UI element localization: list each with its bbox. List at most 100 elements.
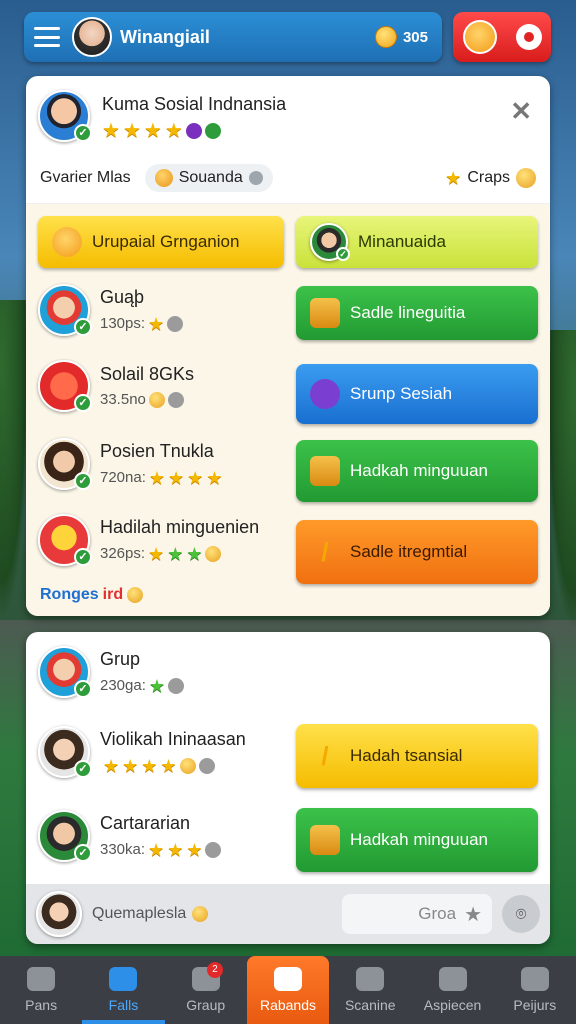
- list-item[interactable]: ✓ Cartararian 330ka: ★ ★ ★: [38, 810, 222, 862]
- souanda-pill[interactable]: Souanda: [144, 164, 273, 192]
- group-name: Kuma Sosial Indnansia: [102, 94, 287, 114]
- list-item[interactable]: ✓ Solail 8GKs 33.5no: [38, 360, 194, 412]
- rating-stars: ★ ★ ★ ★: [102, 121, 286, 141]
- badge-icon: [204, 123, 221, 139]
- palm-tree-right: [546, 330, 576, 630]
- close-icon: [109, 967, 138, 991]
- coin-icon: [516, 168, 536, 188]
- coin-icon: [205, 545, 222, 562]
- friend-avatar: ✓: [310, 223, 350, 261]
- craps-label: Craps: [467, 169, 510, 186]
- gear-icon[interactable]: [515, 24, 542, 50]
- nav-rabands[interactable]: Rabands: [246, 956, 330, 1024]
- nav-label: Falls: [108, 997, 139, 1013]
- info-icon: [205, 841, 222, 858]
- nav-label: Rabands: [259, 997, 316, 1013]
- hadkah-minguuan-button-2[interactable]: Hadkah minguuan: [296, 808, 538, 872]
- emoji-face-icon: [462, 20, 497, 54]
- craps-link[interactable]: ★ Craps: [445, 168, 536, 188]
- item-meta: 230ga:: [100, 677, 146, 694]
- item-name: Solail 8GKs: [100, 364, 195, 384]
- verified-icon: ✓: [74, 124, 92, 142]
- filter-label: Gvarier Mlas: [40, 169, 131, 186]
- my-avatar[interactable]: [36, 891, 82, 937]
- card-header: ✓ Kuma Sosial Indnansia ★ ★ ★ ★ ✕ Gvarie…: [26, 76, 550, 204]
- avatar: ✓: [38, 514, 92, 566]
- group-avatar[interactable]: ✓: [38, 90, 92, 142]
- button-label: Srunp Sesiah: [350, 384, 453, 403]
- location-pin-icon[interactable]: ⌾: [502, 895, 540, 933]
- urupaial-button[interactable]: Urupaial Grnganion: [38, 216, 284, 268]
- minanuaida-button[interactable]: ✓ Minanuaida: [296, 216, 538, 268]
- sadle-lineguitia-button[interactable]: Sadle lineguitia: [296, 286, 538, 340]
- gift-icon: [127, 587, 144, 603]
- srunp-sesiah-button[interactable]: Srunp Sesiah: [296, 364, 538, 424]
- hadah-tsansial-button[interactable]: / Hadah tsansial: [296, 724, 538, 788]
- chat-icon: [310, 379, 340, 409]
- groa-label: Groa: [418, 904, 457, 923]
- button-label: Sadle lineguitia: [350, 303, 466, 322]
- filter-row: Gvarier Mlas Souanda ★ Craps: [40, 164, 536, 192]
- nav-graup[interactable]: 2 Graup: [165, 956, 247, 1024]
- star-icon: ★: [122, 120, 141, 142]
- item-name: Guąþ: [100, 286, 145, 307]
- list-item[interactable]: ✓ Grup 230ga: ★: [38, 646, 185, 698]
- button-label: Hadkah minguuan: [350, 461, 488, 480]
- close-icon[interactable]: ✕: [510, 96, 532, 127]
- item-name: Cartararian: [100, 812, 191, 833]
- smile-icon: [52, 227, 82, 257]
- grid-icon: [27, 967, 56, 991]
- gift-icon: [310, 298, 340, 328]
- nav-aspiecen[interactable]: Aspiecen: [411, 956, 493, 1024]
- wand-icon: /: [321, 537, 329, 567]
- star-icon: ★: [464, 903, 482, 926]
- nav-scanine[interactable]: Scanine: [329, 956, 411, 1024]
- list-item[interactable]: ✓ Violikah Ininaasan ★ ★ ★ ★: [38, 726, 246, 778]
- coin-balance[interactable]: 305: [374, 26, 428, 48]
- button-label: Hadkah minguuan: [350, 830, 488, 849]
- profile-button[interactable]: [453, 12, 551, 62]
- nav-label: Aspiecen: [423, 997, 482, 1013]
- cards-icon: [356, 967, 385, 991]
- info-icon: [198, 757, 215, 774]
- coin-icon: [374, 26, 397, 48]
- info-icon: [168, 677, 185, 694]
- sadle-itregmtial-button[interactable]: / Sadle itregmtial: [296, 520, 538, 584]
- nav-falls[interactable]: Falls: [82, 956, 165, 1024]
- pill-label: Souanda: [178, 169, 243, 186]
- button-label: Urupaial Grnganion: [92, 232, 240, 251]
- group-card: ✓ Kuma Sosial Indnansia ★ ★ ★ ★ ✕ Gvarie…: [26, 76, 550, 616]
- button-label: Sadle itregmtial: [350, 542, 468, 561]
- item-meta: 330ka:: [100, 841, 146, 858]
- list-item[interactable]: ✓ Guąþ 130ps: ★: [38, 284, 184, 336]
- avatar: ✓: [38, 284, 92, 336]
- item-name: Posien Tnukla: [100, 440, 214, 461]
- nav-peijurs[interactable]: Peijurs: [494, 956, 576, 1024]
- gem-icon: [185, 123, 202, 139]
- item-meta: 720na:: [100, 469, 146, 486]
- avatar: ✓: [38, 810, 92, 862]
- list-item[interactable]: ✓ Hadilah minguenien 326ps: ★ ★ ★: [38, 514, 259, 566]
- avatar: ✓: [38, 646, 92, 698]
- compose-input[interactable]: Quemaplesla: [92, 905, 332, 923]
- info-icon: [248, 171, 263, 185]
- notification-badge: 2: [206, 962, 223, 978]
- list-item[interactable]: ✓ Posien Tnukla 720na: ★ ★ ★ ★: [38, 438, 222, 490]
- item-name: Hadilah minguenien: [100, 516, 260, 537]
- groa-button[interactable]: Groa ★: [342, 894, 492, 934]
- link-part-a: Ronges: [40, 586, 99, 603]
- nav-label: Peijurs: [513, 997, 557, 1013]
- emoji-icon: [154, 169, 173, 187]
- star-icon: ★: [148, 313, 165, 334]
- compose-label: Quemaplesla: [92, 905, 187, 922]
- bottom-nav: Pans Falls 2 Graup Rabands Scanine Aspie…: [0, 956, 576, 1024]
- coin-icon: [179, 757, 196, 774]
- nav-pans[interactable]: Pans: [0, 956, 82, 1024]
- square-icon: [273, 967, 302, 991]
- user-avatar[interactable]: [72, 17, 112, 57]
- gift-icon: [310, 456, 340, 486]
- ronges-link[interactable]: Ronges ird: [40, 586, 144, 604]
- gift-icon: [310, 825, 340, 855]
- menu-icon[interactable]: [34, 27, 60, 47]
- hadkah-minguuan-button[interactable]: Hadkah minguuan: [296, 440, 538, 502]
